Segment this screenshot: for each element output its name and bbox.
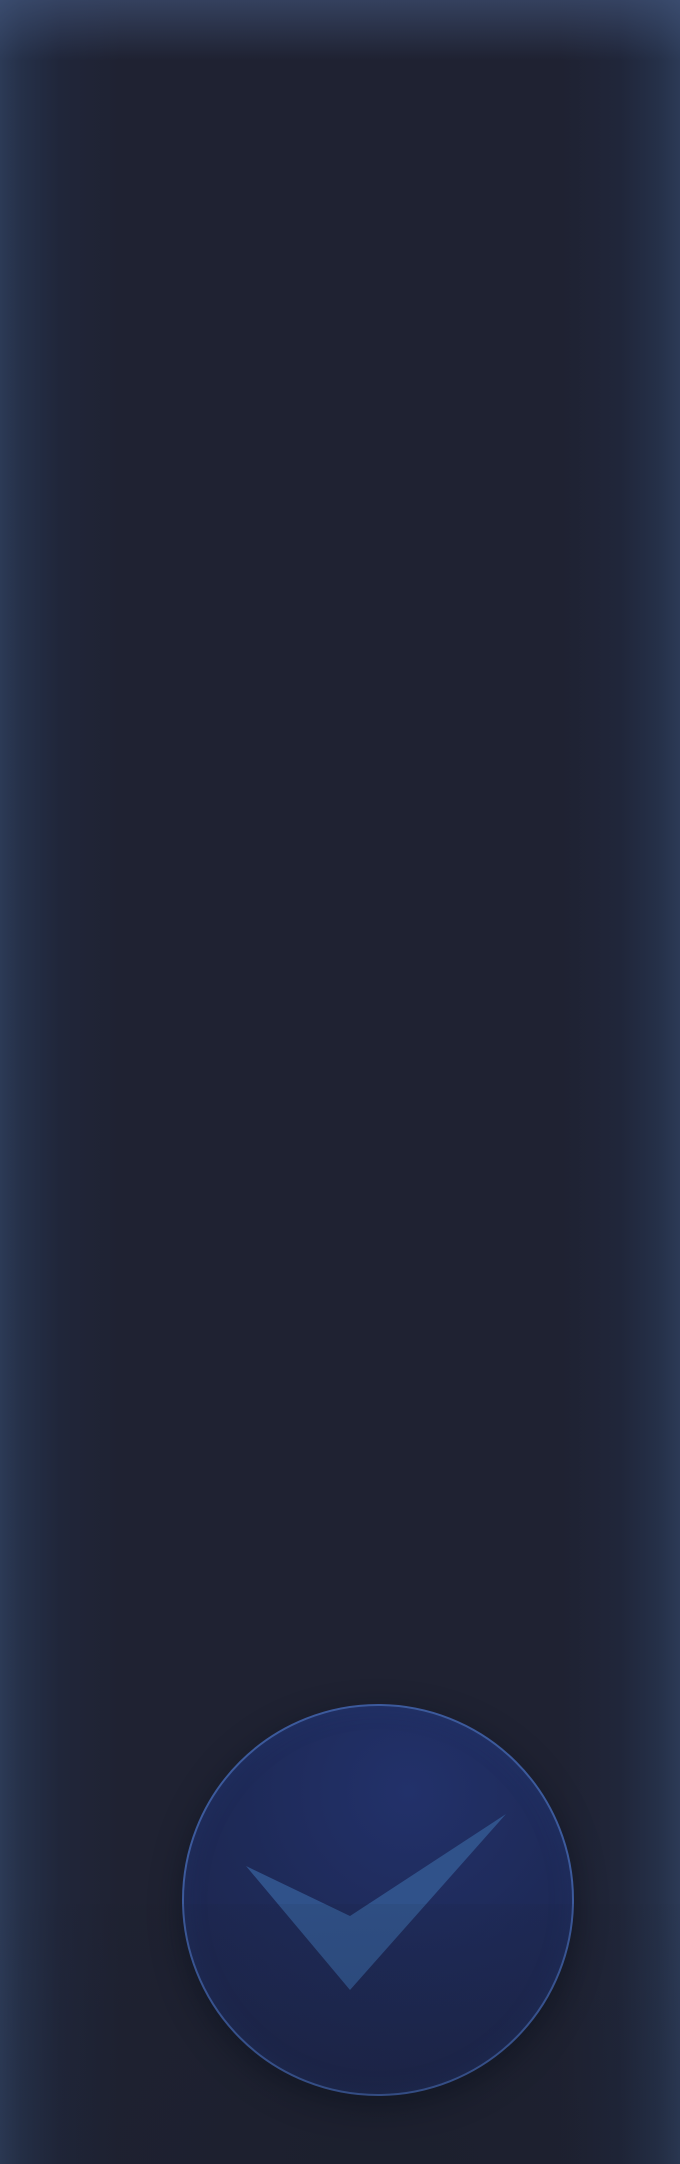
empty-content-area — [0, 0, 680, 1680]
check-icon — [246, 1814, 506, 1990]
confirm-button[interactable] — [182, 1704, 574, 2096]
app-panel — [0, 0, 680, 2164]
